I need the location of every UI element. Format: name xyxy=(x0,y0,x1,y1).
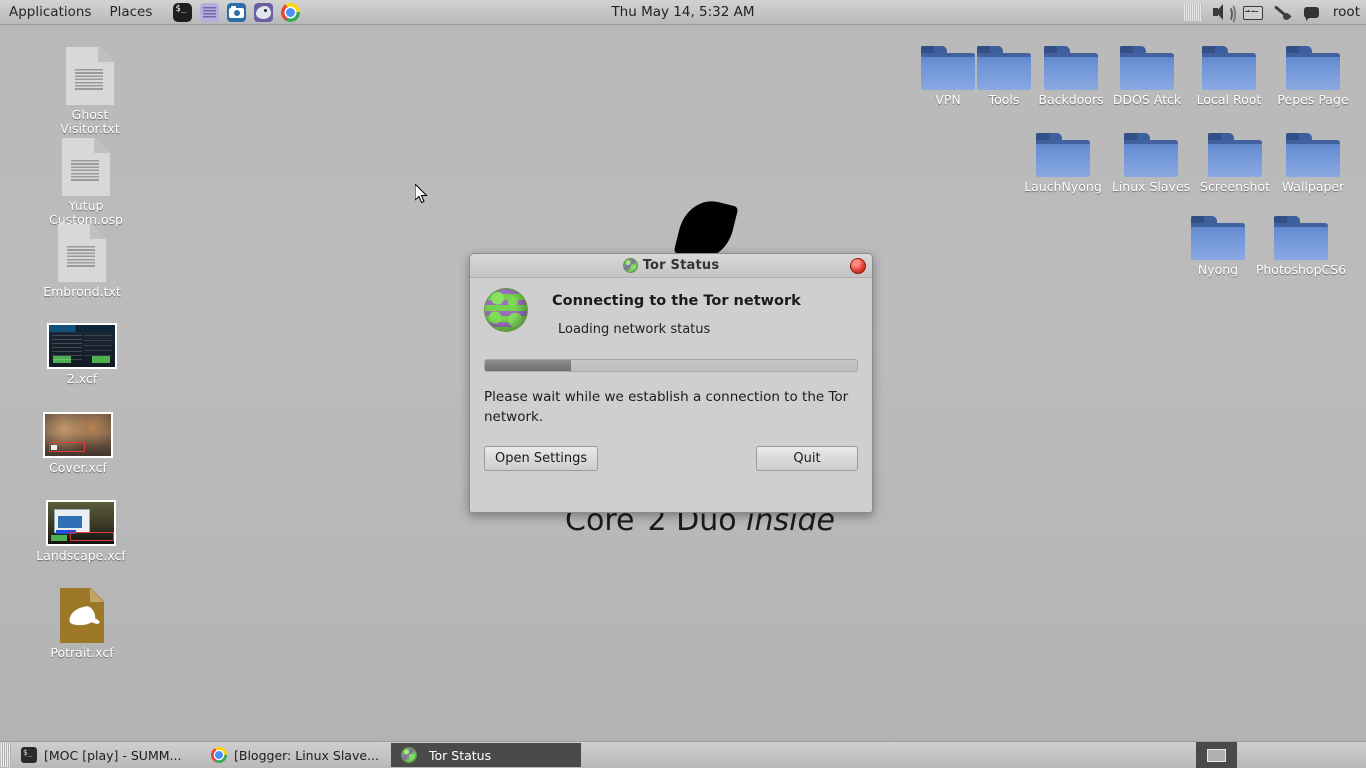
desktop-icon-label: Local Root xyxy=(1181,93,1277,107)
desktop-icon-label: 2.xcf xyxy=(34,372,130,386)
image-thumbnail-icon xyxy=(47,323,117,369)
desktop-icon-label: Wallpaper xyxy=(1265,180,1361,194)
folder-icon xyxy=(1286,133,1340,177)
chat-icon[interactable] xyxy=(1303,3,1322,21)
close-icon[interactable] xyxy=(850,258,866,274)
desktop-icon-ghost-visitor[interactable]: Ghost Visitor.txt xyxy=(42,47,138,136)
desktop-icon-label: Potrait.xcf xyxy=(34,646,130,660)
places-menu[interactable]: Places xyxy=(101,2,160,22)
dialog-heading: Connecting to the Tor network xyxy=(552,293,801,309)
dialog-header-text: Connecting to the Tor network Loading ne… xyxy=(539,288,801,337)
text-file-icon xyxy=(66,47,114,105)
dialog-title: Tor Status xyxy=(643,258,720,273)
quit-button[interactable]: Quit xyxy=(756,446,858,471)
desktop-folder-lauchnyong[interactable]: LauchNyong xyxy=(1015,133,1111,194)
text-file-icon xyxy=(62,138,110,196)
desktop-folder-nyong[interactable]: Nyong xyxy=(1170,216,1266,277)
text-file-icon xyxy=(58,224,106,282)
desktop-icon-embrond[interactable]: Embrond.txt xyxy=(34,224,130,299)
tor-globe-large-icon xyxy=(484,288,528,332)
dialog-header-row: Connecting to the Tor network Loading ne… xyxy=(484,288,858,337)
desktop-folder-local-root[interactable]: Local Root xyxy=(1181,46,1277,107)
desktop-icon-label: Pepes Page xyxy=(1265,93,1361,107)
desktop-folder-photoshopcs6[interactable]: PhotoshopCS6 xyxy=(1253,216,1349,277)
open-settings-button[interactable]: Open Settings xyxy=(484,446,598,471)
desktop-folder-wallpaper[interactable]: Wallpaper xyxy=(1265,133,1361,194)
terminal-icon[interactable] xyxy=(173,3,192,22)
desktop-icon-2-xcf[interactable]: 2.xcf xyxy=(34,323,130,386)
chrome-icon xyxy=(211,747,227,763)
desktop-folder-linux-slaves[interactable]: Linux Slaves xyxy=(1103,133,1199,194)
tor-status-dialog[interactable]: Tor Status Connecting to the Tor network… xyxy=(469,253,873,513)
tor-globe-icon xyxy=(401,747,417,763)
mouse-cursor xyxy=(415,184,429,206)
desktop-icon-label: Linux Slaves xyxy=(1103,180,1199,194)
task-blogger[interactable]: [Blogger: Linux Slave... xyxy=(201,743,391,767)
task-label: Tor Status xyxy=(429,748,491,763)
dialog-status-text: Loading network status xyxy=(558,322,801,337)
dialog-titlebar[interactable]: Tor Status xyxy=(470,254,872,278)
power-graph-icon[interactable] xyxy=(1243,3,1262,21)
task-moc[interactable]: [MOC [play] - SUMM... xyxy=(11,743,201,767)
system-monitor-graph-icon[interactable] xyxy=(1184,3,1202,21)
desktop-icon-yutup-custom[interactable]: Yutup Custom.osp xyxy=(38,138,134,227)
folder-icon xyxy=(1202,46,1256,90)
volume-icon[interactable] xyxy=(1213,3,1232,21)
desktop-icon-landscape-xcf[interactable]: Landscape.xcf xyxy=(33,500,129,563)
desktop-icon-label: Ghost Visitor.txt xyxy=(42,108,138,136)
workspace-1[interactable] xyxy=(1207,749,1226,762)
applications-menu[interactable]: Applications xyxy=(1,2,99,22)
panel-launchers xyxy=(173,3,300,22)
gimp-file-icon xyxy=(60,588,104,643)
progress-bar-fill xyxy=(485,360,571,371)
desktop-icon-label: Nyong xyxy=(1170,263,1266,277)
progress-bar xyxy=(484,359,858,372)
desktop-icon-label: Cover.xcf xyxy=(30,461,126,475)
desktop-icon-cover-xcf[interactable]: Cover.xcf xyxy=(30,412,126,475)
desktop-icon-label: Yutup Custom.osp xyxy=(38,199,134,227)
task-tor-status[interactable]: Tor Status xyxy=(391,743,581,767)
top-panel: Applications Places Thu May 14, 5:32 AM … xyxy=(0,0,1366,25)
folder-icon xyxy=(1208,133,1262,177)
user-menu[interactable]: root xyxy=(1333,4,1360,20)
desktop-icon-label: Embrond.txt xyxy=(34,285,130,299)
text-editor-icon[interactable] xyxy=(200,3,219,22)
folder-icon xyxy=(1274,216,1328,260)
folder-icon xyxy=(1036,133,1090,177)
gimp-icon[interactable] xyxy=(254,3,273,22)
desktop-icon-label: PhotoshopCS6 xyxy=(1253,263,1349,277)
folder-icon xyxy=(1124,133,1178,177)
desktop-icon-label: Landscape.xcf xyxy=(33,549,129,563)
image-thumbnail-icon xyxy=(46,500,116,546)
image-thumbnail-icon xyxy=(43,412,113,458)
taskbar-handle[interactable] xyxy=(1,743,11,767)
brush-icon[interactable] xyxy=(1273,3,1292,21)
desktop-icon-potrait-xcf[interactable]: Potrait.xcf xyxy=(34,588,130,660)
camera-icon[interactable] xyxy=(227,3,246,22)
terminal-icon xyxy=(21,747,37,763)
desktop-icon-label: LauchNyong xyxy=(1015,180,1111,194)
folder-icon xyxy=(1044,46,1098,90)
folder-icon xyxy=(1286,46,1340,90)
taskbar: [MOC [play] - SUMM... [Blogger: Linux Sl… xyxy=(0,741,1366,768)
dialog-message: Please wait while we establish a connect… xyxy=(484,387,858,427)
chrome-icon[interactable] xyxy=(281,3,300,22)
desktop-folder-pepes-page[interactable]: Pepes Page xyxy=(1265,46,1361,107)
dialog-body: Connecting to the Tor network Loading ne… xyxy=(470,278,872,471)
workspace-switcher[interactable] xyxy=(1196,742,1237,768)
system-tray: root xyxy=(1184,0,1360,24)
tor-globe-icon xyxy=(623,258,638,273)
dialog-buttons: Open Settings Quit xyxy=(484,446,858,471)
task-label: [Blogger: Linux Slave... xyxy=(234,748,379,763)
folder-icon xyxy=(1191,216,1245,260)
task-label: [MOC [play] - SUMM... xyxy=(44,748,181,763)
folder-icon xyxy=(1120,46,1174,90)
